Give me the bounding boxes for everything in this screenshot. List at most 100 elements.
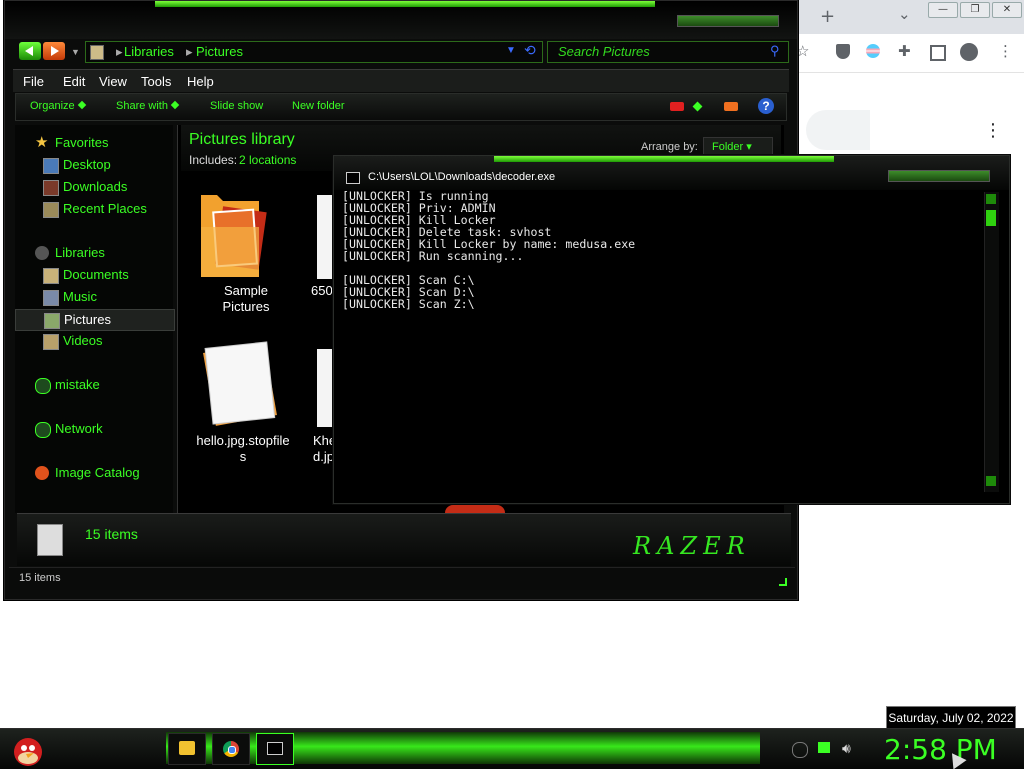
library-thumbnail-icon <box>37 524 63 556</box>
profile-avatar-icon[interactable] <box>960 43 978 61</box>
taskbar-clock[interactable]: 2:58 PM <box>884 733 997 766</box>
resize-grip-icon[interactable] <box>779 578 787 586</box>
menu-edit[interactable]: Edit <box>63 74 85 89</box>
address-bar[interactable]: ▸ Libraries ▸ Pictures ▼ ⟲ <box>85 41 543 63</box>
recent-pages-chevron-icon[interactable]: ▼ <box>71 47 80 57</box>
menu-bar: File Edit View Tools Help <box>13 69 789 92</box>
ublock-shield-icon[interactable] <box>836 44 850 59</box>
partial-thumbnail <box>445 505 505 513</box>
nav-libraries[interactable]: Libraries <box>15 243 173 263</box>
nav-desktop[interactable]: Desktop <box>15 155 173 175</box>
organize-button[interactable]: Organize <box>30 100 86 112</box>
share-with-button[interactable]: Share with <box>116 100 180 112</box>
refresh-icon[interactable]: ⟲ <box>524 42 536 59</box>
scroll-thumb[interactable] <box>986 210 996 226</box>
nav-desktop-label: Desktop <box>63 157 111 172</box>
chrome-tab-strip: + ⌄ — ❐ ✕ <box>796 0 1024 34</box>
nav-favorites-label: Favorites <box>55 135 109 150</box>
help-icon[interactable]: ? <box>758 98 774 114</box>
menu-tools[interactable]: Tools <box>141 74 171 89</box>
chrome-toolbar: ☆ ✚ ⋮ <box>796 34 1024 73</box>
new-tab-button[interactable]: + <box>820 8 835 26</box>
file-item-sample-pictures[interactable] <box>197 187 267 281</box>
show-hidden-icons-icon[interactable] <box>792 742 808 758</box>
preview-pane-icon[interactable] <box>724 102 738 111</box>
nav-documents-label: Documents <box>63 267 129 282</box>
nav-image-catalog[interactable]: Image Catalog <box>15 463 173 483</box>
new-folder-button[interactable]: New folder <box>292 100 345 112</box>
console-scrollbar[interactable] <box>984 192 999 492</box>
command-bar: Organize Share with Slide show New folde… <box>15 93 787 121</box>
includes-locations-link[interactable]: 2 locations <box>239 153 296 167</box>
extensions-puzzle-icon[interactable]: ✚ <box>898 44 911 59</box>
forward-button[interactable] <box>43 42 65 60</box>
menu-help[interactable]: Help <box>187 74 214 89</box>
console-icon <box>267 742 283 755</box>
nav-documents[interactable]: Documents <box>15 265 173 285</box>
videos-icon <box>43 334 59 350</box>
nav-pictures[interactable]: Pictures <box>15 309 175 331</box>
window-controls[interactable] <box>677 15 779 27</box>
address-dropdown-icon[interactable]: ▼ <box>506 45 516 56</box>
titlebar-accent <box>155 1 655 7</box>
volume-icon[interactable]: 🔊︎ <box>842 740 851 757</box>
scroll-up-arrow-icon[interactable] <box>986 194 996 204</box>
status-bar: 15 items <box>9 567 795 590</box>
menu-view[interactable]: View <box>99 74 127 89</box>
chrome-icon-center <box>228 746 236 754</box>
close-button[interactable]: ✕ <box>992 2 1022 18</box>
nav-mistake[interactable]: mistake <box>15 375 173 395</box>
documents-icon <box>43 268 59 284</box>
network-tray-icon[interactable] <box>818 742 830 753</box>
taskbar-console-button[interactable] <box>256 733 294 765</box>
console-window: C:\Users\LOL\Downloads\decoder.exe [UNLO… <box>333 155 1010 504</box>
breadcrumb-pictures[interactable]: Pictures <box>196 44 243 59</box>
search-icon[interactable]: ⚲ <box>770 43 780 59</box>
share-with-label: Share with <box>116 100 168 112</box>
library-title: Pictures library <box>189 131 295 148</box>
network-icon <box>35 422 51 438</box>
menu-file[interactable]: File <box>23 74 44 89</box>
slide-show-button[interactable]: Slide show <box>210 100 263 112</box>
page-menu-icon[interactable]: ⋮ <box>984 122 1002 140</box>
file-item-hello-jpg[interactable] <box>195 339 287 427</box>
music-icon <box>43 290 59 306</box>
nav-downloads[interactable]: Downloads <box>15 177 173 197</box>
nav-network[interactable]: Network <box>15 419 173 439</box>
scroll-down-arrow-icon[interactable] <box>986 476 996 486</box>
nav-videos[interactable]: Videos <box>15 331 173 351</box>
view-options-icon[interactable] <box>670 102 684 111</box>
extension-flag-icon[interactable] <box>866 44 880 58</box>
nav-music-label: Music <box>63 289 97 304</box>
arrange-by-value: Folder <box>712 141 744 153</box>
side-panel-icon[interactable] <box>930 45 946 61</box>
nav-downloads-label: Downloads <box>63 179 128 194</box>
console-line: [UNLOCKER] Run scanning... <box>342 249 524 263</box>
taskbar-chrome-button[interactable] <box>212 733 250 765</box>
search-box[interactable]: Search Pictures ⚲ <box>547 41 789 63</box>
date-tooltip: Saturday, July 02, 2022 <box>886 706 1016 730</box>
taskbar-explorer-button[interactable] <box>168 733 206 765</box>
tab-search-chevron-icon[interactable]: ⌄ <box>898 7 911 22</box>
maximize-button[interactable]: ❐ <box>960 2 990 18</box>
search-input[interactable]: Search Pictures <box>558 44 650 59</box>
breadcrumb-libraries[interactable]: Libraries <box>124 44 174 59</box>
razer-logo: RAZER <box>633 532 751 560</box>
minimize-button[interactable]: — <box>928 2 958 18</box>
image-catalog-icon <box>35 466 49 480</box>
nav-music[interactable]: Music <box>15 287 173 307</box>
nav-favorites[interactable]: ★ Favorites <box>15 133 173 153</box>
nav-recent-places[interactable]: Recent Places <box>15 199 173 219</box>
pictures-icon <box>44 313 60 329</box>
chrome-menu-icon[interactable]: ⋮ <box>998 44 1013 59</box>
arrange-by-label: Arrange by: <box>641 141 698 153</box>
console-output: [UNLOCKER] Is running [UNLOCKER] Priv: A… <box>342 190 982 490</box>
console-window-controls[interactable] <box>888 170 990 182</box>
start-button[interactable] <box>6 728 46 768</box>
arrange-by-dropdown[interactable]: Folder ▾ <box>703 137 773 157</box>
console-line: [UNLOCKER] Scan Z:\ <box>342 297 475 311</box>
back-button[interactable] <box>19 42 41 60</box>
details-pane: 15 items RAZER <box>17 513 791 566</box>
bookmark-star-icon[interactable]: ☆ <box>796 44 809 59</box>
view-dropdown-icon[interactable] <box>692 101 703 112</box>
